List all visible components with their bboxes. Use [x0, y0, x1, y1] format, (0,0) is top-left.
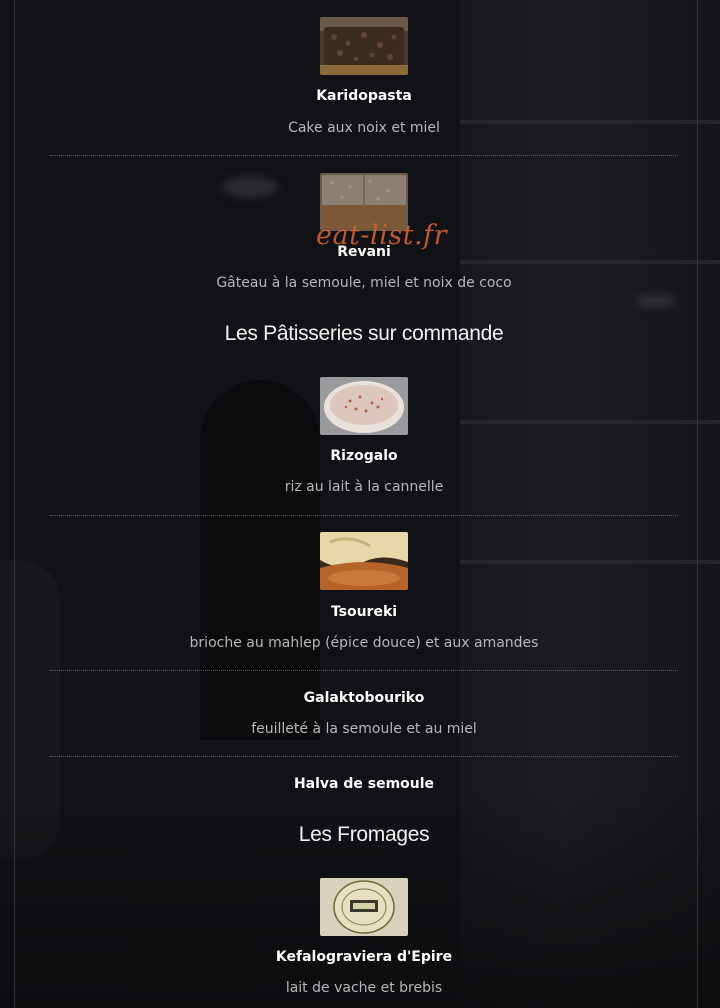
- menu-item-name: Revani: [337, 244, 391, 260]
- menu-item: Gâteau à la semoule, miel et noix de coc…: [50, 274, 678, 292]
- menu-item-image: [320, 17, 408, 79]
- rice-pudding-photo: [320, 377, 408, 435]
- doorway-arch: [200, 380, 320, 740]
- menu-item-name: Galaktobouriko: [303, 690, 425, 706]
- divider: [50, 756, 678, 757]
- menu-item: Karidopasta: [50, 87, 678, 105]
- menu-item-name: Karidopasta: [316, 88, 412, 104]
- menu-item-name: Tsoureki: [330, 604, 398, 620]
- menu-item-image: [320, 878, 408, 940]
- menu-item: Halva de semoule: [50, 775, 678, 793]
- menu-item: brioche au mahlep (épice douce) et aux a…: [50, 634, 678, 652]
- cheese-photo: [320, 878, 408, 936]
- menu-item-image: [320, 532, 408, 594]
- menu-item-name: Halva de semoule: [293, 776, 435, 792]
- divider: [50, 515, 678, 516]
- walnut-cake-photo: [320, 17, 408, 75]
- section-title: Les Pâtisseries sur commande: [224, 322, 504, 345]
- menu-item: feuilleté à la semoule et au miel: [50, 720, 678, 738]
- menu-item-image: [320, 377, 408, 439]
- menu-item: Revani: [50, 243, 678, 261]
- menu-item-name: Kefalograviera d'Epire: [275, 949, 453, 965]
- menu-item-description: Cake aux noix et miel: [288, 120, 440, 136]
- divider: [50, 155, 678, 156]
- section-title: Les Fromages: [298, 823, 430, 846]
- menu-item: riz au lait à la cannelle: [50, 478, 678, 496]
- menu-item: Tsoureki: [50, 603, 678, 621]
- frame-border-left: [14, 0, 15, 1008]
- shelf-line: [460, 560, 720, 564]
- menu-item-description: feuilleté à la semoule et au miel: [251, 721, 477, 737]
- frame-border-right: [697, 0, 698, 1008]
- menu-item: Rizogalo: [50, 447, 678, 465]
- ceiling-light: [222, 176, 278, 198]
- divider: [50, 670, 678, 671]
- menu-item-description: lait de vache et brebis: [285, 980, 443, 996]
- menu-item-description: riz au lait à la cannelle: [284, 479, 444, 495]
- brioche-photo: [320, 532, 408, 590]
- background-photo: [0, 0, 720, 1008]
- menu-item-name: Rizogalo: [330, 448, 398, 464]
- menu-item: Galaktobouriko: [50, 689, 678, 707]
- menu-item-description: brioche au mahlep (épice douce) et aux a…: [189, 635, 539, 651]
- ceiling-light: [636, 294, 676, 308]
- menu-item: Kefalograviera d'Epire: [50, 948, 678, 966]
- menu-item-description: Gâteau à la semoule, miel et noix de coc…: [216, 275, 512, 291]
- menu-item: lait de vache et brebis: [50, 979, 678, 997]
- shelf-line: [460, 420, 720, 424]
- menu-item: Cake aux noix et miel: [50, 119, 678, 137]
